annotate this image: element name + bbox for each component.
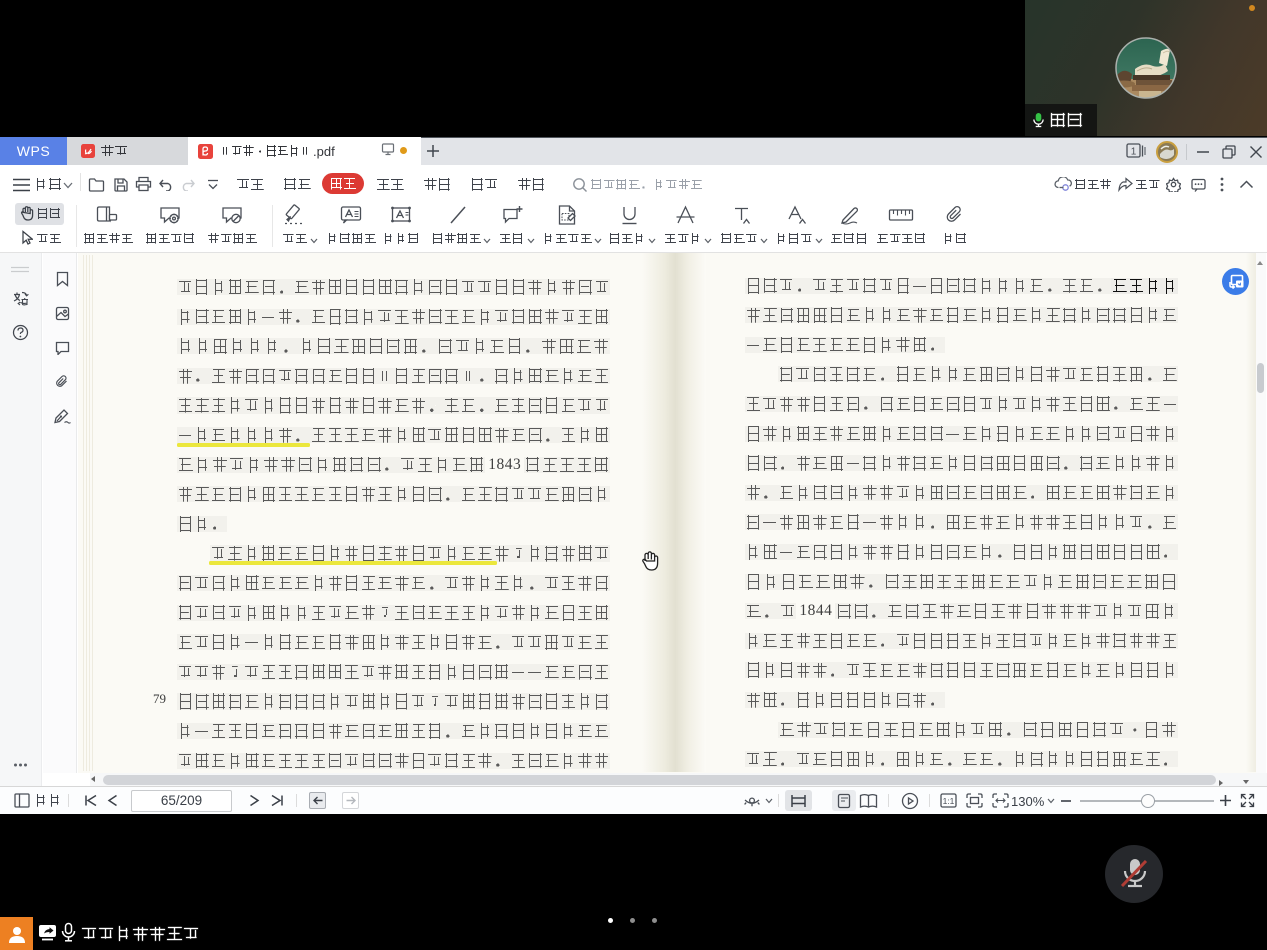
svg-text:1: 1 [1131,147,1137,158]
svg-text:1:1: 1:1 [943,796,955,806]
